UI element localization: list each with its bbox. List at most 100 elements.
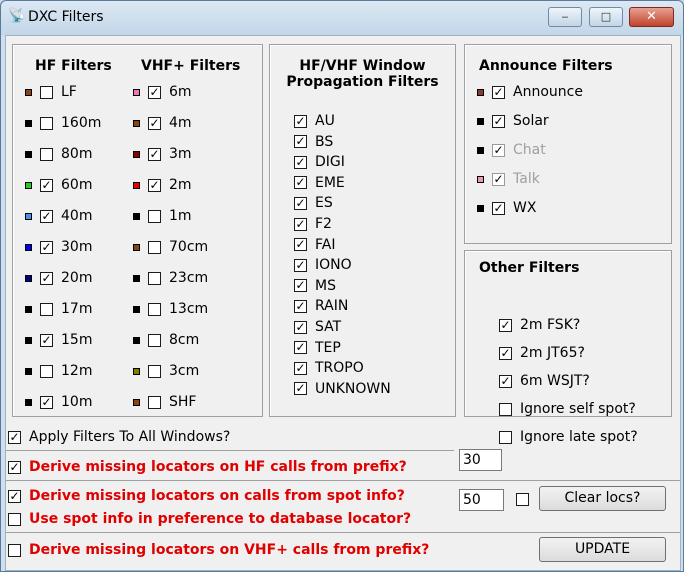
prop-item-unknown[interactable]: UNKNOWN bbox=[294, 379, 391, 399]
other-item-ignore-late-spot[interactable]: Ignore late spot? bbox=[499, 427, 638, 447]
prop-item-au[interactable]: AU bbox=[294, 111, 335, 131]
announce-item-solar[interactable]: Solar bbox=[477, 111, 549, 131]
hf-checkbox[interactable] bbox=[40, 147, 53, 161]
prop-checkbox[interactable] bbox=[294, 361, 307, 375]
hf-checkbox[interactable] bbox=[40, 240, 53, 254]
other-checkbox[interactable] bbox=[499, 402, 512, 416]
vhf-item-3cm[interactable]: 3cm bbox=[133, 361, 199, 381]
hf-prefix-value-input[interactable] bbox=[459, 449, 502, 471]
announce-item-announce[interactable]: Announce bbox=[477, 82, 583, 102]
hf-item-20m[interactable]: 20m bbox=[25, 268, 92, 288]
vhf-checkbox[interactable] bbox=[148, 364, 161, 378]
vhf-item-70cm[interactable]: 70cm bbox=[133, 237, 208, 257]
hf-checkbox[interactable] bbox=[40, 364, 53, 378]
announce-item-wx[interactable]: WX bbox=[477, 198, 536, 218]
prop-checkbox[interactable] bbox=[294, 320, 307, 334]
prop-checkbox[interactable] bbox=[294, 258, 307, 272]
vhf-checkbox[interactable] bbox=[148, 116, 161, 130]
vhf-item-23cm[interactable]: 23cm bbox=[133, 268, 208, 288]
vhf-item-4m[interactable]: 4m bbox=[133, 113, 192, 133]
minimize-button[interactable]: ‒ bbox=[548, 7, 582, 27]
hf-item-30m[interactable]: 30m bbox=[25, 237, 92, 257]
vhf-checkbox[interactable] bbox=[148, 302, 161, 316]
maximize-button[interactable]: □ bbox=[589, 7, 623, 27]
close-button[interactable]: ✕ bbox=[629, 7, 674, 27]
vhf-item-1m[interactable]: 1m bbox=[133, 206, 192, 226]
apply-all-windows-checkbox[interactable] bbox=[8, 430, 21, 444]
vhf-item-2m[interactable]: 2m bbox=[133, 175, 192, 195]
prop-item-fai[interactable]: FAI bbox=[294, 235, 335, 255]
prop-item-digi[interactable]: DIGI bbox=[294, 152, 345, 172]
hf-item-80m[interactable]: 80m bbox=[25, 144, 92, 164]
apply-all-windows-option[interactable]: Apply Filters To All Windows? bbox=[8, 427, 230, 447]
hf-checkbox[interactable] bbox=[40, 85, 53, 99]
announce-checkbox[interactable] bbox=[492, 172, 505, 186]
hf-item-17m[interactable]: 17m bbox=[25, 299, 92, 319]
derive-hf-option[interactable]: Derive missing locators on HF calls from… bbox=[8, 457, 407, 477]
prop-checkbox[interactable] bbox=[294, 382, 307, 396]
vhf-checkbox[interactable] bbox=[148, 209, 161, 223]
hf-item-10m[interactable]: 10m bbox=[25, 392, 92, 412]
other-item-2m-jt65[interactable]: 2m JT65? bbox=[499, 343, 585, 363]
prop-item-tropo[interactable]: TROPO bbox=[294, 358, 364, 378]
prop-checkbox[interactable] bbox=[294, 217, 307, 231]
spot-extra-checkbox[interactable] bbox=[516, 493, 529, 506]
other-checkbox[interactable] bbox=[499, 374, 512, 388]
clear-locs-button[interactable]: Clear locs? bbox=[539, 486, 666, 511]
title-bar[interactable]: 📡 DXC Filters ‒ □ ✕ bbox=[1, 1, 683, 35]
vhf-checkbox[interactable] bbox=[148, 333, 161, 347]
vhf-item-shf[interactable]: SHF bbox=[133, 392, 196, 412]
derive-hf-checkbox[interactable] bbox=[8, 460, 21, 474]
prop-item-f2[interactable]: F2 bbox=[294, 214, 332, 234]
vhf-checkbox[interactable] bbox=[148, 147, 161, 161]
vhf-checkbox[interactable] bbox=[148, 240, 161, 254]
prop-checkbox[interactable] bbox=[294, 196, 307, 210]
derive-spot-checkbox[interactable] bbox=[8, 489, 21, 503]
vhf-checkbox[interactable] bbox=[148, 178, 161, 192]
spot-value-input[interactable] bbox=[459, 489, 504, 511]
hf-item-40m[interactable]: 40m bbox=[25, 206, 92, 226]
other-item-2m-fsk[interactable]: 2m FSK? bbox=[499, 315, 580, 335]
other-checkbox[interactable] bbox=[499, 318, 512, 332]
announce-checkbox[interactable] bbox=[492, 143, 505, 157]
prop-item-sat[interactable]: SAT bbox=[294, 317, 341, 337]
prop-checkbox[interactable] bbox=[294, 176, 307, 190]
hf-checkbox[interactable] bbox=[40, 302, 53, 316]
vhf-item-13cm[interactable]: 13cm bbox=[133, 299, 208, 319]
prop-checkbox[interactable] bbox=[294, 279, 307, 293]
vhf-checkbox[interactable] bbox=[148, 395, 161, 409]
prop-item-ms[interactable]: MS bbox=[294, 276, 336, 296]
hf-item-15m[interactable]: 15m bbox=[25, 330, 92, 350]
other-checkbox[interactable] bbox=[499, 346, 512, 360]
prop-item-es[interactable]: ES bbox=[294, 193, 333, 213]
announce-checkbox[interactable] bbox=[492, 201, 505, 215]
vhf-item-3m[interactable]: 3m bbox=[133, 144, 192, 164]
hf-checkbox[interactable] bbox=[40, 178, 53, 192]
hf-checkbox[interactable] bbox=[40, 116, 53, 130]
hf-checkbox[interactable] bbox=[40, 209, 53, 223]
hf-checkbox[interactable] bbox=[40, 333, 53, 347]
announce-checkbox[interactable] bbox=[492, 85, 505, 99]
derive-vhf-checkbox[interactable] bbox=[8, 543, 21, 557]
use-spot-info-checkbox[interactable] bbox=[8, 512, 21, 526]
vhf-checkbox[interactable] bbox=[148, 271, 161, 285]
announce-checkbox[interactable] bbox=[492, 114, 505, 128]
hf-item-12m[interactable]: 12m bbox=[25, 361, 92, 381]
prop-checkbox[interactable] bbox=[294, 135, 307, 149]
other-checkbox[interactable] bbox=[499, 430, 512, 444]
prop-item-eme[interactable]: EME bbox=[294, 173, 345, 193]
prop-checkbox[interactable] bbox=[294, 238, 307, 252]
prop-checkbox[interactable] bbox=[294, 155, 307, 169]
hf-item-160m[interactable]: 160m bbox=[25, 113, 101, 133]
vhf-item-6m[interactable]: 6m bbox=[133, 82, 192, 102]
hf-checkbox[interactable] bbox=[40, 395, 53, 409]
prop-item-bs[interactable]: BS bbox=[294, 132, 333, 152]
derive-vhf-option[interactable]: Derive missing locators on VHF+ calls fr… bbox=[8, 540, 429, 560]
announce-item-chat[interactable]: Chat bbox=[477, 140, 546, 160]
other-item-ignore-self-spot[interactable]: Ignore self spot? bbox=[499, 399, 636, 419]
prop-checkbox[interactable] bbox=[294, 341, 307, 355]
prop-checkbox[interactable] bbox=[294, 299, 307, 313]
update-button[interactable]: UPDATE bbox=[539, 537, 666, 562]
other-item-6m-wsjt[interactable]: 6m WSJT? bbox=[499, 371, 590, 391]
vhf-checkbox[interactable] bbox=[148, 85, 161, 99]
